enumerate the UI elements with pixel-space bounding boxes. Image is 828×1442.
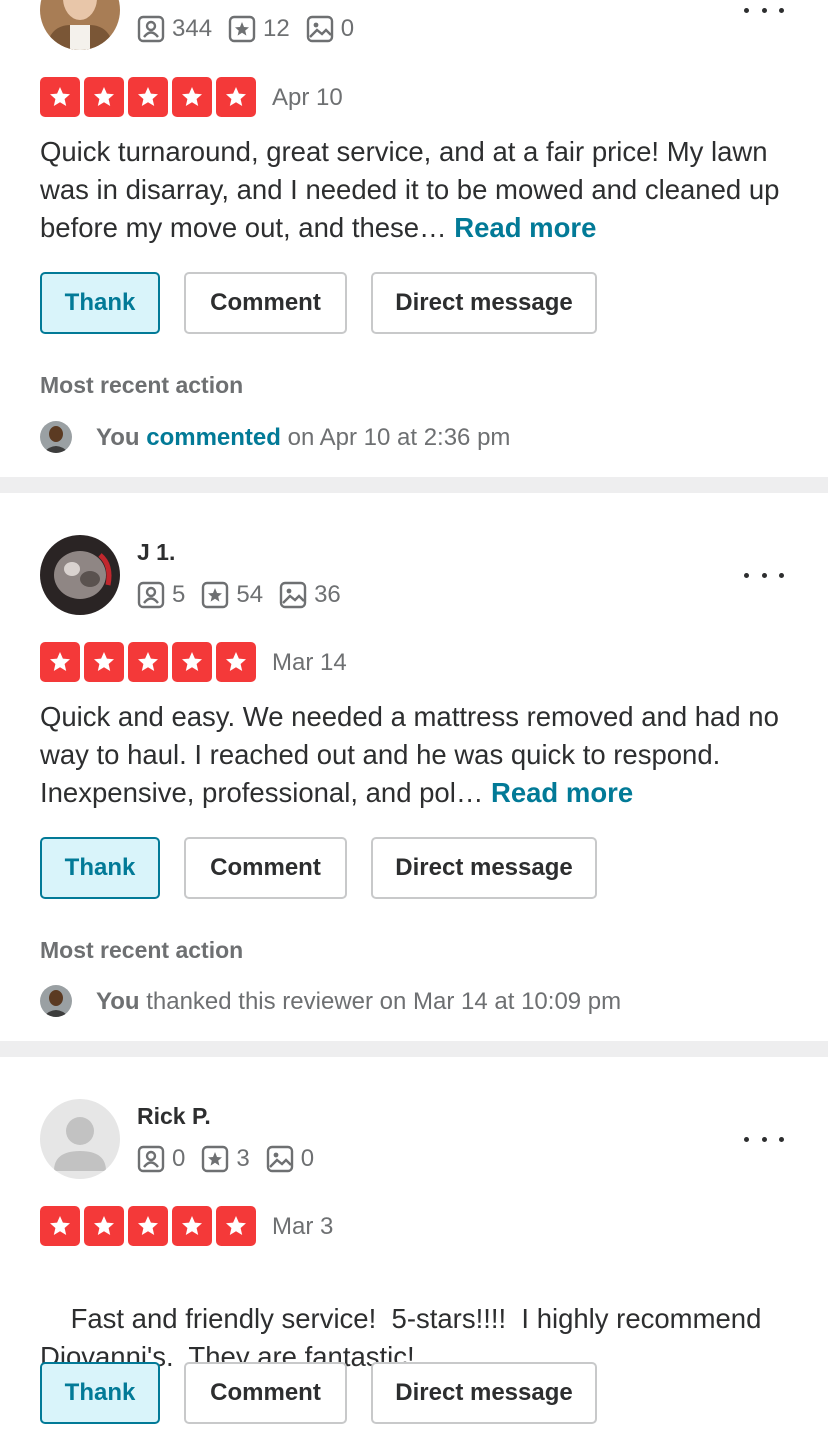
reviewer-name[interactable]: J 1. xyxy=(137,539,175,566)
reviewer-stats: 344 12 0 xyxy=(137,14,370,44)
most-recent-action-text: You thanked this reviewer on Mar 14 at 1… xyxy=(96,988,621,1016)
review-card-1: 344 12 0 Apr 10 Quick turnaround, great … xyxy=(0,0,828,476)
section-divider xyxy=(0,1041,828,1057)
action-details: thanked this reviewer on Mar 14 at 10:09… xyxy=(139,988,622,1015)
star-rating xyxy=(40,642,260,682)
more-options-button[interactable] xyxy=(740,0,788,20)
more-options-button[interactable] xyxy=(740,565,788,585)
star-icon xyxy=(128,1206,168,1246)
friends-icon xyxy=(137,15,165,43)
comment-button[interactable]: Comment xyxy=(184,837,347,899)
star-rating xyxy=(40,77,260,117)
direct-message-button[interactable]: Direct message xyxy=(371,1362,597,1424)
photos-icon xyxy=(279,581,307,609)
review-date: Mar 3 xyxy=(272,1213,334,1240)
photos-stat: 0 xyxy=(266,1145,314,1173)
star-icon xyxy=(128,642,168,682)
thank-button[interactable]: Thank xyxy=(40,837,160,899)
friends-icon xyxy=(137,581,165,609)
my-avatar xyxy=(40,421,72,453)
review-star-icon xyxy=(202,581,229,609)
reviewer-avatar[interactable] xyxy=(40,535,120,615)
action-verb[interactable]: commented xyxy=(146,424,281,451)
photos-icon xyxy=(306,15,333,43)
photos-icon xyxy=(266,1145,293,1173)
photos-count: 36 xyxy=(314,581,341,608)
thank-button[interactable]: Thank xyxy=(40,1362,160,1424)
reviews-stat: 3 xyxy=(201,1145,250,1173)
reviews-count: 12 xyxy=(263,15,290,42)
read-more-link[interactable]: Read more xyxy=(454,212,596,243)
more-options-button[interactable] xyxy=(740,1129,788,1149)
star-icon xyxy=(84,1206,124,1246)
direct-message-button[interactable]: Direct message xyxy=(371,272,597,334)
thank-button[interactable]: Thank xyxy=(40,272,160,334)
review-body: Quick turnaround, great service, and at … xyxy=(40,136,780,243)
star-icon xyxy=(216,642,256,682)
friends-count: 5 xyxy=(172,581,186,608)
reviewer-avatar[interactable] xyxy=(40,1099,120,1179)
reviews-count: 54 xyxy=(236,581,264,608)
star-icon xyxy=(172,642,212,682)
friends-stat: 344 xyxy=(137,15,212,43)
reviews-stat: 12 xyxy=(228,15,290,43)
reviewer-stats: 5 54 36 xyxy=(137,580,357,610)
most-recent-action-title: Most recent action xyxy=(40,372,244,398)
friends-stat: 0 xyxy=(137,1145,185,1173)
review-card-2: J 1. 5 54 36 Mar 14 Quick and easy. We n… xyxy=(0,493,828,1041)
my-avatar xyxy=(40,985,72,1017)
photos-count: 0 xyxy=(300,1145,315,1172)
you-label: You xyxy=(96,424,140,451)
friends-stat: 5 xyxy=(137,581,185,609)
most-recent-action-title: Most recent action xyxy=(40,937,244,963)
review-body: Quick and easy. We needed a mattress rem… xyxy=(40,701,779,808)
review-star-icon xyxy=(202,1145,229,1173)
photos-stat: 36 xyxy=(279,581,341,609)
reviewer-stats: 0 3 0 xyxy=(137,1144,330,1174)
reviews-stat: 54 xyxy=(201,581,263,609)
star-icon xyxy=(40,642,80,682)
review-text: Quick and easy. We needed a mattress rem… xyxy=(40,698,792,812)
star-icon xyxy=(216,77,256,117)
section-divider xyxy=(0,477,828,493)
review-text: Quick turnaround, great service, and at … xyxy=(40,133,792,247)
reviewer-name[interactable]: Rick P. xyxy=(137,1103,211,1130)
action-details: on Apr 10 at 2:36 pm xyxy=(280,424,511,451)
most-recent-action-text: You commented on Apr 10 at 2:36 pm xyxy=(96,424,510,452)
star-icon xyxy=(216,1206,256,1246)
star-icon xyxy=(84,77,124,117)
you-label: You xyxy=(96,988,140,1015)
photos-stat: 0 xyxy=(306,15,354,43)
comment-button[interactable]: Comment xyxy=(184,1362,347,1424)
review-card-3: Rick P. 0 3 0 Mar 3 Fast and friendly se… xyxy=(0,1057,828,1442)
reviews-count: 3 xyxy=(236,1145,250,1172)
star-icon xyxy=(40,77,80,117)
friends-count: 0 xyxy=(172,1145,186,1172)
star-icon xyxy=(40,1206,80,1246)
direct-message-button[interactable]: Direct message xyxy=(371,837,597,899)
review-star-icon xyxy=(228,15,256,43)
star-icon xyxy=(84,642,124,682)
review-date: Apr 10 xyxy=(272,84,343,111)
star-icon xyxy=(128,77,168,117)
reviewer-avatar[interactable] xyxy=(40,0,120,50)
photos-count: 0 xyxy=(340,15,355,42)
review-date: Mar 14 xyxy=(272,649,347,676)
read-more-link[interactable]: Read more xyxy=(491,777,633,808)
comment-button[interactable]: Comment xyxy=(184,272,347,334)
star-rating xyxy=(40,1206,260,1246)
friends-icon xyxy=(137,1145,165,1173)
star-icon xyxy=(172,77,212,117)
star-icon xyxy=(172,1206,212,1246)
friends-count: 344 xyxy=(172,15,213,42)
